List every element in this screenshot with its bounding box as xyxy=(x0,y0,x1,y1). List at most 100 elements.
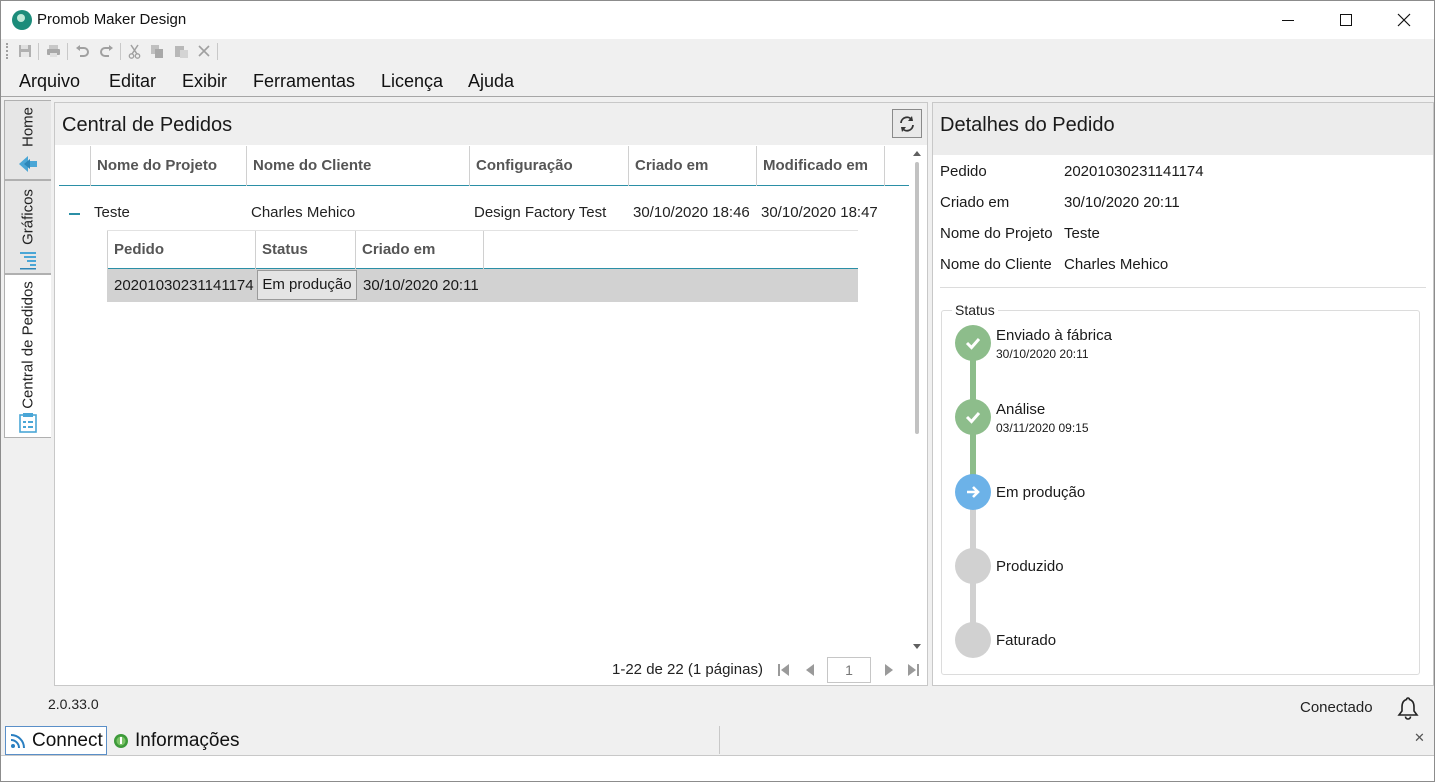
timeline-node-produzido xyxy=(955,548,991,584)
dock-panel xyxy=(1,755,1434,781)
menu-ferramentas[interactable]: Ferramentas xyxy=(253,71,355,92)
timeline-node-enviado xyxy=(955,325,991,361)
tab-home[interactable]: Home xyxy=(4,100,51,180)
timeline-label: Análise xyxy=(996,401,1046,418)
collapse-row-toggle[interactable] xyxy=(69,213,80,215)
dock-separator xyxy=(719,726,720,754)
detail-value: 20201030231141174 xyxy=(1064,163,1204,180)
pager: 1-22 de 22 (1 páginas) 1 xyxy=(610,656,926,684)
check-icon xyxy=(965,412,981,424)
menu-editar[interactable]: Editar xyxy=(109,71,156,92)
last-page-icon[interactable] xyxy=(906,663,920,677)
details-title: Detalhes do Pedido xyxy=(940,114,1115,136)
subcolumn-criado-em[interactable]: Criado em xyxy=(356,231,484,269)
arrow-right-icon xyxy=(967,486,980,498)
delete-icon[interactable] xyxy=(196,43,212,59)
menu-ajuda[interactable]: Ajuda xyxy=(468,71,514,92)
orders-panel-title: Central de Pedidos xyxy=(62,114,233,136)
refresh-button[interactable] xyxy=(892,109,922,138)
row-configuration: Design Factory Test xyxy=(474,204,607,221)
timeline-node-em-producao xyxy=(955,474,991,510)
tab-connect[interactable]: Connect xyxy=(5,726,107,755)
maximize-icon xyxy=(1340,14,1352,26)
undo-icon[interactable] xyxy=(74,43,90,59)
refresh-icon xyxy=(900,115,914,132)
timeline-label: Em produção xyxy=(996,484,1086,501)
previous-page-icon[interactable] xyxy=(803,663,817,677)
check-icon xyxy=(965,338,981,350)
tab-graficos[interactable]: Gráficos xyxy=(4,180,51,274)
save-icon[interactable] xyxy=(17,43,33,59)
redo-icon[interactable] xyxy=(98,43,114,59)
detail-row-nome-do-cliente: Nome do Cliente Charles Mehico xyxy=(940,256,1426,287)
minimize-button[interactable] xyxy=(1259,1,1317,39)
copy-icon[interactable] xyxy=(149,43,165,59)
column-nome-do-cliente[interactable]: Nome do Cliente xyxy=(247,146,470,186)
app-logo-icon xyxy=(12,10,32,30)
notification-bell-icon[interactable] xyxy=(1397,696,1419,720)
menu-licenca[interactable]: Licença xyxy=(381,71,443,92)
close-dock-icon[interactable]: ✕ xyxy=(1414,730,1425,746)
orders-panel: Central de Pedidos Nome do Projeto Nome … xyxy=(54,102,928,686)
column-configuracao[interactable]: Configuração xyxy=(470,146,629,186)
detail-label: Pedido xyxy=(940,163,987,180)
tab-central-de-pedidos[interactable]: Central de Pedidos xyxy=(4,274,51,438)
scroll-down-icon[interactable] xyxy=(913,644,921,649)
cut-icon[interactable] xyxy=(126,43,142,59)
detail-label: Nome do Projeto xyxy=(940,225,1053,242)
timeline-node-faturado xyxy=(955,622,991,658)
minimize-icon xyxy=(1282,19,1294,21)
orders-panel-header: Central de Pedidos xyxy=(55,103,927,145)
quick-access-toolbar xyxy=(1,39,1434,65)
tab-informacoes[interactable]: Informações xyxy=(109,726,269,755)
scroll-thumb[interactable] xyxy=(915,162,919,434)
status-badge[interactable]: Em produção xyxy=(257,270,357,300)
maximize-button[interactable] xyxy=(1317,1,1375,39)
side-tab-strip: Home Gráficos Central de Pedidos xyxy=(1,98,53,688)
row-project: Teste xyxy=(94,204,130,221)
tab-central-label: Central de Pedidos xyxy=(19,281,37,409)
timeline-date: 03/11/2020 09:15 xyxy=(996,421,1089,435)
subcolumn-pedido[interactable]: Pedido xyxy=(107,231,256,269)
details-fields: Pedido 20201030231141174 Criado em 30/10… xyxy=(940,163,1426,287)
menu-arquivo[interactable]: Arquivo xyxy=(19,71,80,92)
app-window: Promob Maker Design Arquivo Editar Exibi… xyxy=(0,0,1435,782)
order-details-panel: Detalhes do Pedido Pedido 20201030231141… xyxy=(932,102,1434,686)
column-criado-em[interactable]: Criado em xyxy=(629,146,757,186)
row-created: 30/10/2020 18:46 xyxy=(633,204,750,221)
detail-label: Criado em xyxy=(940,194,1010,211)
info-icon xyxy=(114,733,128,748)
paste-icon[interactable] xyxy=(173,43,189,59)
version-label: 2.0.33.0 xyxy=(48,696,99,712)
timeline-label: Produzido xyxy=(996,558,1064,575)
toolbar-grip[interactable] xyxy=(6,43,9,59)
page-number-input[interactable]: 1 xyxy=(827,657,871,683)
subgrid-row-selected[interactable]: 20201030231141174 Em produção 30/10/2020… xyxy=(107,269,858,302)
menu-exibir[interactable]: Exibir xyxy=(182,71,227,92)
close-icon xyxy=(1397,13,1411,27)
close-button[interactable] xyxy=(1375,1,1433,39)
tab-home-label: Home xyxy=(19,106,37,148)
detail-value: 30/10/2020 20:11 xyxy=(1064,194,1180,211)
orders-grid-header: Nome do Projeto Nome do Cliente Configur… xyxy=(59,146,909,186)
window-title: Promob Maker Design xyxy=(37,11,187,28)
next-page-icon[interactable] xyxy=(882,663,896,677)
detail-row-criado-em: Criado em 30/10/2020 20:11 xyxy=(940,194,1426,225)
row-modified: 30/10/2020 18:47 xyxy=(761,204,878,221)
sub-created: 30/10/2020 20:11 xyxy=(363,277,479,294)
pager-summary: 1-22 de 22 (1 páginas) xyxy=(612,661,763,678)
first-page-icon[interactable] xyxy=(777,663,791,677)
timeline-node-analise xyxy=(955,399,991,435)
bottom-dock: Connect Informações ✕ xyxy=(1,724,1434,781)
detail-row-nome-do-projeto: Nome do Projeto Teste xyxy=(940,225,1426,256)
scroll-up-icon[interactable] xyxy=(913,151,921,156)
menu-bar: Arquivo Editar Exibir Ferramentas Licenç… xyxy=(1,65,1434,97)
table-row[interactable]: Teste Charles Mehico Design Factory Test… xyxy=(59,199,909,227)
orders-icon xyxy=(19,413,37,433)
subcolumn-status[interactable]: Status xyxy=(256,231,356,269)
print-icon[interactable] xyxy=(45,43,61,59)
column-nome-do-projeto[interactable]: Nome do Projeto xyxy=(90,146,247,186)
detail-value: Teste xyxy=(1064,225,1100,242)
vertical-scrollbar[interactable] xyxy=(910,146,926,654)
column-modificado-em[interactable]: Modificado em xyxy=(757,146,885,186)
